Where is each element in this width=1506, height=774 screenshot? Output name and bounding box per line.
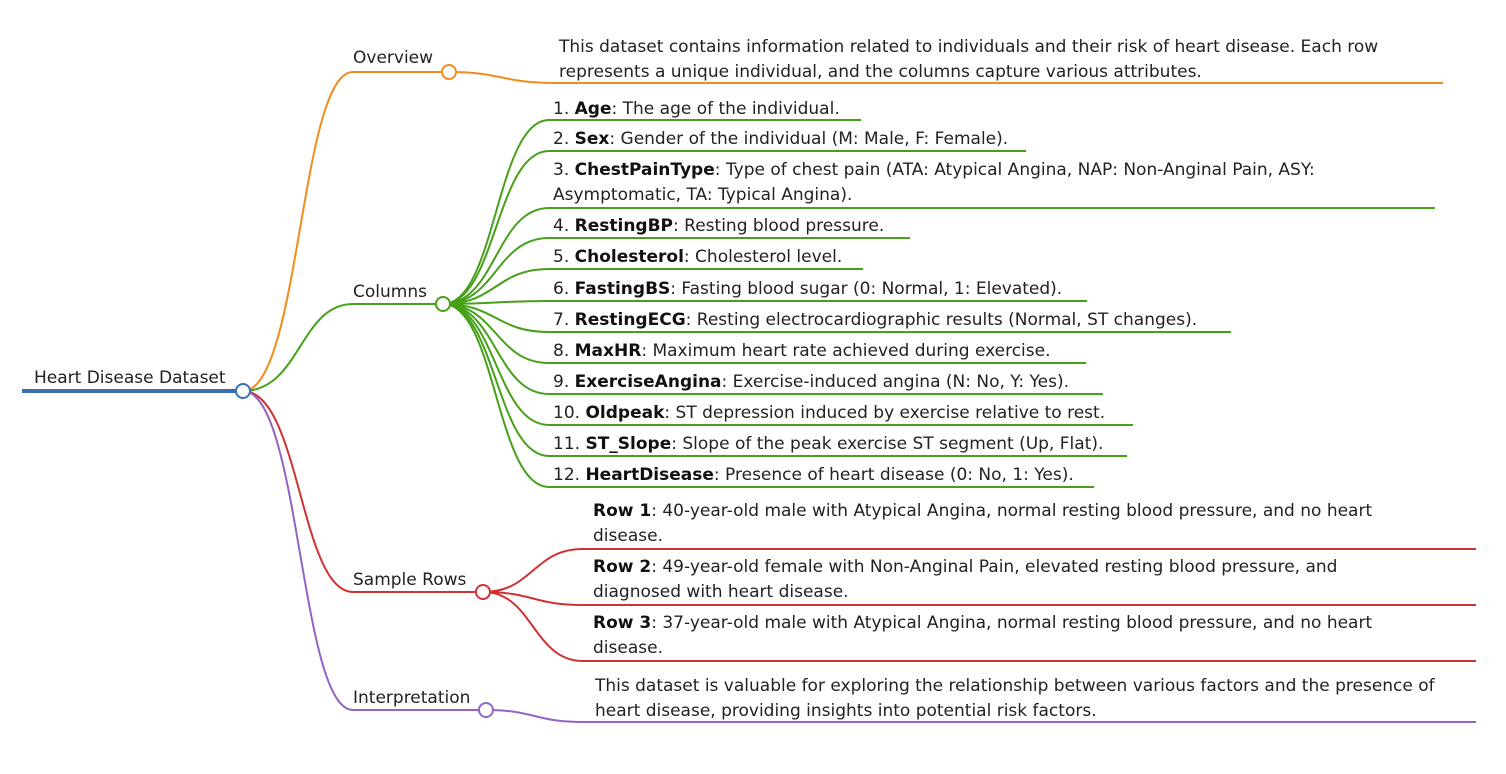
sample-row-item[interactable]: Row 1: 40-year-old male with Atypical An… bbox=[593, 499, 1423, 549]
branch-columns-label[interactable]: Columns bbox=[353, 281, 427, 303]
sample-row-name: Row 1 bbox=[593, 501, 652, 521]
edge-root-interpretation bbox=[242, 390, 486, 711]
interpretation-node-circle[interactable] bbox=[478, 702, 494, 718]
sample-row-desc: : 37-year-old male with Atypical Angina,… bbox=[593, 613, 1373, 658]
column-item[interactable]: 8. MaxHR: Maximum heart rate achieved du… bbox=[553, 339, 1051, 364]
column-item-name: HeartDisease bbox=[585, 465, 714, 485]
sample-row-name: Row 2 bbox=[593, 557, 652, 577]
column-item[interactable]: 3. ChestPainType: Type of chest pain (AT… bbox=[553, 158, 1363, 208]
column-item-number: 12. bbox=[553, 465, 581, 485]
column-item-desc: : Resting blood pressure. bbox=[673, 216, 885, 236]
column-item-desc: : The age of the individual. bbox=[611, 99, 840, 119]
root-node-circle[interactable] bbox=[235, 383, 251, 399]
column-item-number: 1. bbox=[553, 99, 570, 119]
edge-root-columns bbox=[242, 303, 443, 392]
column-item-name: FastingBS bbox=[574, 279, 671, 299]
overview-node-circle[interactable] bbox=[441, 64, 457, 80]
column-item[interactable]: 7. RestingECG: Resting electrocardiograp… bbox=[553, 308, 1197, 333]
column-item[interactable]: 2. Sex: Gender of the individual (M: Mal… bbox=[553, 127, 1008, 152]
sample-row-item[interactable]: Row 3: 37-year-old male with Atypical An… bbox=[593, 611, 1423, 661]
column-item-desc: : Exercise-induced angina (N: No, Y: Yes… bbox=[721, 372, 1070, 392]
column-item[interactable]: 10. Oldpeak: ST depression induced by ex… bbox=[553, 401, 1105, 426]
column-item[interactable]: 9. ExerciseAngina: Exercise-induced angi… bbox=[553, 370, 1069, 395]
column-item-desc: : Fasting blood sugar (0: Normal, 1: Ele… bbox=[670, 279, 1063, 299]
column-item-desc: : ST depression induced by exercise rela… bbox=[664, 403, 1106, 423]
column-item-name: ChestPainType bbox=[574, 160, 715, 180]
column-item-number: 2. bbox=[553, 129, 570, 149]
column-item-name: Age bbox=[574, 99, 612, 119]
column-item[interactable]: 11. ST_Slope: Slope of the peak exercise… bbox=[553, 432, 1103, 457]
column-item-name: Cholesterol bbox=[574, 247, 684, 267]
column-item-number: 4. bbox=[553, 216, 570, 236]
column-item-name: ST_Slope bbox=[585, 434, 672, 454]
column-item-name: Oldpeak bbox=[585, 403, 665, 423]
column-item[interactable]: 12. HeartDisease: Presence of heart dise… bbox=[553, 463, 1074, 488]
column-item-number: 5. bbox=[553, 247, 570, 267]
column-item-name: MaxHR bbox=[574, 341, 642, 361]
column-item-desc: : Resting electrocardiographic results (… bbox=[685, 310, 1198, 330]
sample-row-name: Row 3 bbox=[593, 613, 652, 633]
branch-sample-rows-label[interactable]: Sample Rows bbox=[353, 569, 466, 591]
column-item-number: 6. bbox=[553, 279, 570, 299]
columns-node-circle[interactable] bbox=[435, 296, 451, 312]
column-item-number: 10. bbox=[553, 403, 581, 423]
column-item-desc: : Gender of the individual (M: Male, F: … bbox=[609, 129, 1009, 149]
column-item-desc: : Slope of the peak exercise ST segment … bbox=[671, 434, 1104, 454]
interpretation-text: This dataset is valuable for exploring t… bbox=[595, 676, 1435, 721]
column-item-number: 11. bbox=[553, 434, 581, 454]
column-item-desc: : Presence of heart disease (0: No, 1: Y… bbox=[713, 465, 1074, 485]
sample-rows-node-circle[interactable] bbox=[475, 584, 491, 600]
column-item[interactable]: 1. Age: The age of the individual. bbox=[553, 97, 840, 122]
column-item-desc: : Cholesterol level. bbox=[683, 247, 843, 267]
column-item[interactable]: 6. FastingBS: Fasting blood sugar (0: No… bbox=[553, 277, 1062, 302]
column-item[interactable]: 4. RestingBP: Resting blood pressure. bbox=[553, 214, 884, 239]
column-item-number: 7. bbox=[553, 310, 570, 330]
column-item-number: 9. bbox=[553, 372, 570, 392]
branch-overview-label[interactable]: Overview bbox=[353, 47, 433, 69]
sample-row-item[interactable]: Row 2: 49-year-old female with Non-Angin… bbox=[593, 555, 1423, 605]
edge-root-overview bbox=[242, 71, 449, 392]
column-item[interactable]: 5. Cholesterol: Cholesterol level. bbox=[553, 245, 842, 270]
mind-map: Heart Disease Dataset Overview Columns S… bbox=[0, 0, 1506, 774]
root-node-label[interactable]: Heart Disease Dataset bbox=[34, 367, 226, 389]
column-item-number: 8. bbox=[553, 341, 570, 361]
column-item-name: Sex bbox=[574, 129, 610, 149]
overview-text: This dataset contains information relate… bbox=[559, 37, 1379, 82]
edge-root-sample-rows bbox=[242, 390, 483, 593]
branch-interpretation-label[interactable]: Interpretation bbox=[353, 687, 470, 709]
sample-row-desc: : 40-year-old male with Atypical Angina,… bbox=[593, 501, 1373, 546]
sample-row-desc: : 49-year-old female with Non-Anginal Pa… bbox=[593, 557, 1338, 602]
column-item-name: RestingECG bbox=[574, 310, 686, 330]
column-item-desc: : Maximum heart rate achieved during exe… bbox=[641, 341, 1051, 361]
column-item-name: ExerciseAngina bbox=[574, 372, 722, 392]
column-item-name: RestingBP bbox=[574, 216, 674, 236]
column-item-number: 3. bbox=[553, 160, 570, 180]
